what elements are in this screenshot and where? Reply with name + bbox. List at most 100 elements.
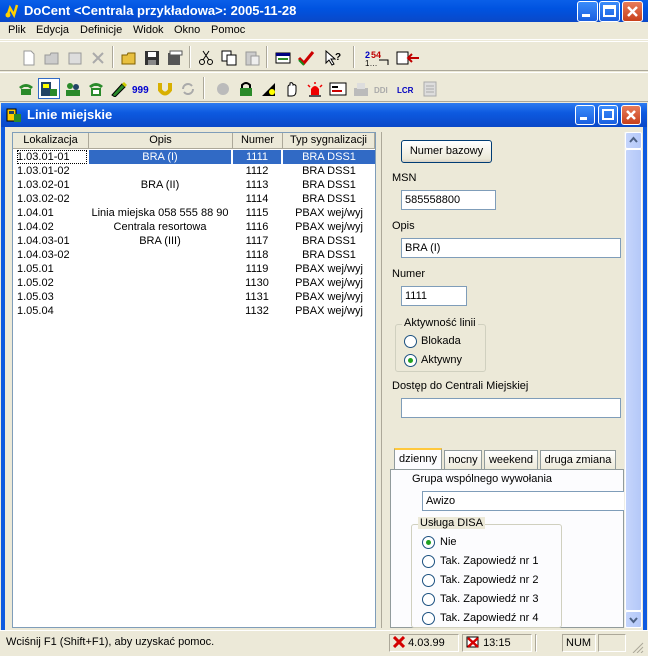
save-icon[interactable] — [141, 47, 163, 68]
menu-okno[interactable]: Okno — [174, 24, 200, 36]
radio-disa-2-label[interactable]: Tak. Zapowiedź nr 2 — [440, 574, 538, 586]
phone-icon[interactable] — [15, 78, 37, 99]
resize-grip[interactable] — [630, 641, 644, 654]
table-cell: BRA DSS1 — [302, 193, 356, 205]
open-folder-icon[interactable] — [41, 47, 63, 68]
close-button[interactable] — [622, 1, 643, 22]
lock-icon[interactable] — [235, 78, 257, 99]
radio-disa-nie[interactable] — [422, 536, 435, 549]
table-row[interactable]: 1.05.02 1130 PBAX wej/wyj — [13, 276, 375, 290]
child-title-bar[interactable]: Linie miejskie — [1, 103, 647, 127]
table-row[interactable]: 1.05.01 1119 PBAX wej/wyj — [13, 262, 375, 276]
radio-disa-4[interactable] — [422, 612, 435, 625]
scroll-down-button[interactable] — [625, 611, 642, 628]
group-call-field[interactable]: Awizo — [422, 491, 625, 511]
lines-list[interactable]: Lokalizacja Opis Numer Typ sygnalizacji … — [12, 132, 376, 628]
column-header-typ[interactable]: Typ sygnalizacji — [283, 133, 375, 149]
radio-disa-1[interactable] — [422, 555, 435, 568]
table-row[interactable]: 1.04.01 Linia miejska 058 555 88 90 1115 PB… — [13, 206, 375, 220]
base-number-button[interactable]: Numer bazowy — [401, 140, 492, 163]
tab-druga-zmiana[interactable]: druga zmiana — [540, 450, 616, 469]
extension-icon[interactable] — [38, 78, 60, 99]
fax-icon[interactable] — [350, 78, 372, 99]
report-icon[interactable] — [419, 78, 441, 99]
opis-field[interactable]: BRA (I) — [401, 238, 621, 258]
menu-edycja[interactable]: Edycja — [36, 24, 69, 36]
tab-weekend[interactable]: weekend — [484, 450, 538, 469]
column-header-numer[interactable]: Numer — [233, 133, 283, 149]
table-row[interactable]: 1.03.01-02 1112 BRA DSS1 — [13, 164, 375, 178]
radio-disa-3[interactable] — [422, 593, 435, 606]
menu-plik[interactable]: Plik — [8, 24, 26, 36]
table-cell — [89, 262, 231, 276]
cut-icon[interactable] — [195, 47, 217, 68]
card-icon[interactable] — [327, 78, 349, 99]
export-icon[interactable] — [395, 47, 421, 68]
help-cursor-icon[interactable]: ? — [322, 47, 344, 68]
radio-disa-2[interactable] — [422, 574, 435, 587]
refresh-icon[interactable] — [177, 78, 199, 99]
numer-field[interactable]: 1111 — [401, 286, 467, 306]
child-minimize-button[interactable] — [575, 105, 595, 125]
column-header-lokalizacja[interactable]: Lokalizacja — [13, 133, 89, 149]
pen-icon[interactable] — [108, 78, 130, 99]
tone-icon[interactable] — [258, 78, 280, 99]
table-row[interactable]: 1.03.02-02 1114 BRA DSS1 — [13, 192, 375, 206]
properties-icon[interactable] — [64, 47, 86, 68]
radio-disa-4-label[interactable]: Tak. Zapowiedź nr 4 — [440, 612, 538, 624]
table-row[interactable]: 1.04.03-02 1118 BRA DSS1 — [13, 248, 375, 262]
maximize-button[interactable] — [599, 1, 620, 22]
handset-icon[interactable] — [85, 78, 107, 99]
tab-nocny[interactable]: nocny — [444, 450, 482, 469]
horseshoe-icon[interactable] — [154, 78, 176, 99]
paste-icon[interactable] — [241, 47, 263, 68]
open-icon[interactable] — [118, 47, 140, 68]
status-version: 4.03.99 — [408, 637, 445, 649]
window-icon[interactable] — [272, 47, 294, 68]
radio-blokada-label[interactable]: Blokada — [421, 335, 461, 347]
status-time-panel: 13:15 — [462, 634, 532, 652]
scroll-thumb[interactable] — [625, 149, 642, 611]
scroll-up-button[interactable] — [625, 132, 642, 149]
new-file-icon[interactable] — [18, 47, 40, 68]
child-maximize-button[interactable] — [598, 105, 618, 125]
save-as-icon[interactable] — [164, 47, 186, 68]
ddi-icon[interactable]: DDI — [373, 78, 395, 99]
delete-icon[interactable] — [87, 47, 109, 68]
table-row[interactable]: 1.05.03 1131 PBAX wej/wyj — [13, 290, 375, 304]
vertical-scrollbar[interactable] — [624, 132, 642, 628]
group-icon[interactable] — [62, 78, 84, 99]
menu-widok[interactable]: Widok — [133, 24, 164, 36]
copy-icon[interactable] — [218, 47, 240, 68]
list-header: Lokalizacja Opis Numer Typ sygnalizacji — [13, 133, 375, 149]
minimize-button[interactable] — [577, 1, 598, 22]
radio-disa-3-label[interactable]: Tak. Zapowiedź nr 3 — [440, 593, 538, 605]
lcr-icon[interactable]: LCR — [396, 78, 418, 99]
alarm-icon[interactable] — [304, 78, 326, 99]
msn-field[interactable]: 585558800 — [401, 190, 496, 210]
hand-icon[interactable] — [281, 78, 303, 99]
table-row[interactable]: 1.03.01-01 BRA (I) 1111 BRA DSS1 — [13, 150, 375, 164]
disabled-icon[interactable] — [212, 78, 234, 99]
emergency-999-icon[interactable]: 999 — [131, 78, 153, 99]
tab-dzienny[interactable]: dzienny — [394, 448, 442, 469]
table-row[interactable]: 1.04.03-01 BRA (III) 1117 BRA DSS1 — [13, 234, 375, 248]
radio-aktywny[interactable] — [404, 354, 417, 367]
menu-pomoc[interactable]: Pomoc — [211, 24, 245, 36]
title-bar[interactable]: DoCent <Centrala przykładowa>: 2005-11-2… — [0, 0, 648, 22]
child-close-button[interactable] — [621, 105, 641, 125]
table-row[interactable]: 1.03.02-01 BRA (II) 1113 BRA DSS1 — [13, 178, 375, 192]
radio-disa-nie-label[interactable]: Nie — [440, 536, 457, 548]
radio-blokada[interactable] — [404, 335, 417, 348]
access-field[interactable] — [401, 398, 621, 418]
column-header-opis[interactable]: Opis — [89, 133, 233, 149]
check-icon[interactable] — [295, 47, 317, 68]
table-row[interactable]: 1.04.02 Centrala resortowa 1116 PBAX wej/wy… — [13, 220, 375, 234]
table-cell: 1.05.04 — [17, 305, 54, 317]
menu-definicje[interactable]: Definicje — [80, 24, 122, 36]
radio-aktywny-label[interactable]: Aktywny — [421, 354, 462, 366]
radio-disa-1-label[interactable]: Tak. Zapowiedź nr 1 — [440, 555, 538, 567]
activity-group-caption: Aktywność linii — [402, 317, 478, 329]
numbering-icon[interactable]: 2 54 1… — [363, 47, 391, 68]
table-row[interactable]: 1.05.04 1132 PBAX wej/wyj — [13, 304, 375, 318]
